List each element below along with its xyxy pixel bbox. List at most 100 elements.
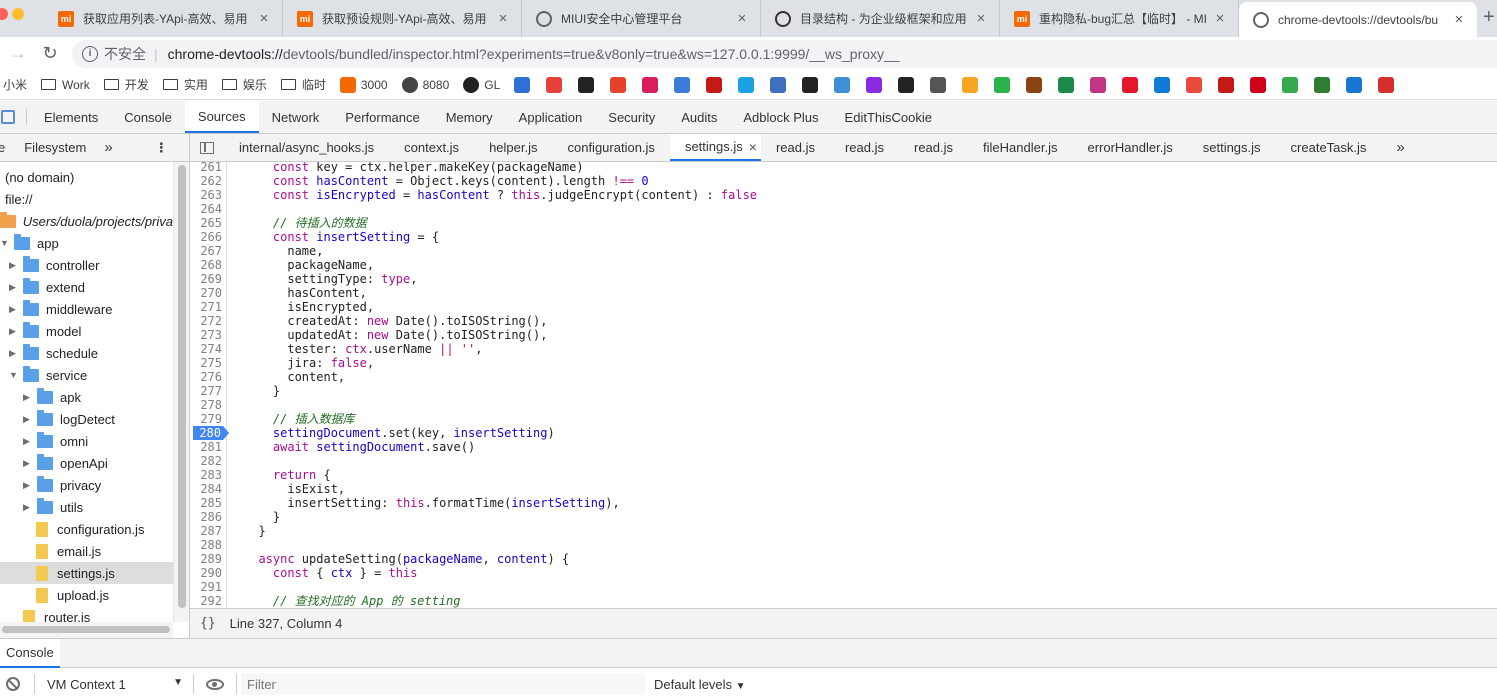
devtools-tab-sources[interactable]: Sources bbox=[184, 101, 259, 133]
line-number[interactable]: 276 bbox=[190, 370, 222, 384]
bookmark-site-icon[interactable] bbox=[1090, 76, 1107, 93]
editor-tab[interactable]: context.js bbox=[389, 134, 474, 161]
line-number[interactable]: 278 bbox=[190, 398, 222, 412]
bookmark-site-icon[interactable] bbox=[738, 76, 755, 93]
expand-down-icon[interactable]: ▼ bbox=[0, 239, 9, 248]
line-number[interactable]: 270 bbox=[190, 286, 222, 300]
line-number[interactable]: 261 bbox=[190, 162, 222, 174]
editor-more-tabs-button[interactable]: » bbox=[1381, 134, 1419, 161]
line-number[interactable]: 287 bbox=[190, 524, 222, 538]
devtools-tab-adblock-plus[interactable]: Adblock Plus bbox=[730, 101, 831, 133]
line-number[interactable]: 284 bbox=[190, 482, 222, 496]
expand-right-icon[interactable]: ▶ bbox=[9, 349, 17, 358]
new-tab-button[interactable]: + bbox=[1483, 6, 1497, 29]
bookmark-site-icon[interactable] bbox=[642, 76, 659, 93]
devtools-tab-network[interactable]: Network bbox=[259, 101, 333, 133]
editor-tab[interactable]: internal/async_hooks.js bbox=[224, 134, 389, 161]
expand-right-icon[interactable]: ▶ bbox=[23, 393, 31, 402]
browser-tab[interactable]: chrome-devtools://devtools/bu × bbox=[1239, 2, 1477, 37]
bookmark-site-icon[interactable] bbox=[834, 76, 851, 93]
close-tab-icon[interactable]: × bbox=[495, 10, 511, 27]
line-number[interactable]: 292 bbox=[190, 594, 222, 608]
file-tree-hscrollbar[interactable] bbox=[0, 622, 173, 638]
line-number[interactable]: 269 bbox=[190, 272, 222, 286]
tree-folder-item[interactable]: ▶ openApi bbox=[0, 452, 173, 474]
expand-right-icon[interactable]: ▶ bbox=[23, 503, 31, 512]
tree-folder-item[interactable]: ▶ privacy bbox=[0, 474, 173, 496]
bookmark-folder[interactable]: 开发 bbox=[103, 76, 149, 93]
browser-tab[interactable]: 目录结构 - 为企业级框架和应用 × bbox=[761, 0, 1000, 37]
expand-right-icon[interactable]: ▶ bbox=[23, 415, 31, 424]
bookmark-folder[interactable]: 实用 bbox=[162, 76, 208, 93]
bookmark-site-icon[interactable] bbox=[898, 76, 915, 93]
line-number[interactable]: 263 bbox=[190, 188, 222, 202]
breakpoint-line-number[interactable]: 280 bbox=[193, 426, 223, 440]
tree-folder-item[interactable]: ▶ schedule bbox=[0, 342, 173, 364]
bookmark-site-icon[interactable] bbox=[1250, 76, 1267, 93]
editor-tab[interactable]: read.js bbox=[899, 134, 968, 161]
line-number[interactable]: 277 bbox=[190, 384, 222, 398]
browser-tab[interactable]: mi 获取预设规则-YApi-高效、易用 × bbox=[283, 0, 522, 37]
tree-folder-item[interactable]: ▼ app bbox=[0, 232, 173, 254]
breakpoint-marker-icon[interactable] bbox=[223, 426, 229, 440]
info-icon[interactable]: i bbox=[82, 45, 98, 62]
close-tab-icon[interactable]: × bbox=[256, 10, 272, 27]
line-number[interactable]: 266 bbox=[190, 230, 222, 244]
devtools-tab-elements[interactable]: Elements bbox=[31, 101, 111, 133]
line-number[interactable]: 288 bbox=[190, 538, 222, 552]
bookmark-site-icon[interactable] bbox=[1026, 76, 1043, 93]
editor-tab[interactable]: configuration.js bbox=[552, 134, 669, 161]
devtools-tab-security[interactable]: Security bbox=[595, 101, 668, 133]
browser-tab[interactable]: MIUI安全中心管理平台 × bbox=[522, 0, 761, 37]
bookmark-site-icon[interactable] bbox=[994, 76, 1011, 93]
console-filter-input[interactable] bbox=[241, 673, 645, 695]
bookmark-site-icon[interactable] bbox=[866, 76, 883, 93]
bookmark-xiaomi[interactable]: 小米 bbox=[3, 76, 27, 93]
navigator-tab-filesystem[interactable]: Filesystem bbox=[24, 140, 86, 155]
navigator-menu-icon[interactable]: ⋮ bbox=[155, 140, 168, 156]
devtools-tab-console[interactable]: Console bbox=[111, 101, 185, 133]
line-number[interactable]: 289 bbox=[190, 552, 222, 566]
tree-folder-item[interactable]: ▶ utils bbox=[0, 496, 173, 518]
bookmark-site-icon[interactable] bbox=[1282, 76, 1299, 93]
tree-folder-item[interactable]: ▶ middleware bbox=[0, 298, 173, 320]
live-expression-eye-icon[interactable] bbox=[206, 678, 224, 690]
expand-right-icon[interactable]: ▶ bbox=[23, 481, 31, 490]
bookmark-site-icon[interactable] bbox=[706, 76, 723, 93]
editor-tab[interactable]: settings.js × bbox=[669, 134, 761, 161]
bookmark-site-icon[interactable] bbox=[1218, 76, 1235, 93]
expand-right-icon[interactable]: ▶ bbox=[23, 459, 31, 468]
line-number[interactable]: 262 bbox=[190, 174, 222, 188]
line-number[interactable]: 274 bbox=[190, 342, 222, 356]
bookmark-site-icon[interactable] bbox=[1154, 76, 1171, 93]
bookmark-site-icon[interactable] bbox=[1122, 76, 1139, 93]
navigator-tab-partial[interactable]: e bbox=[0, 140, 5, 155]
bookmark-site-icon[interactable] bbox=[674, 76, 691, 93]
bookmark-site-icon[interactable] bbox=[546, 76, 563, 93]
pretty-print-button[interactable]: {} bbox=[200, 616, 216, 631]
close-icon[interactable]: × bbox=[749, 139, 757, 155]
line-number[interactable]: 291 bbox=[190, 580, 222, 594]
editor-tab[interactable]: createTask.js bbox=[1276, 134, 1382, 161]
devtools-tab-memory[interactable]: Memory bbox=[433, 101, 506, 133]
editor-tab[interactable]: errorHandler.js bbox=[1072, 134, 1187, 161]
js-context-select[interactable]: VM Context 1 ▼ bbox=[35, 677, 193, 692]
line-number[interactable]: 272 bbox=[190, 314, 222, 328]
editor-tab[interactable]: settings.js bbox=[1188, 134, 1276, 161]
line-number[interactable]: 286 bbox=[190, 510, 222, 524]
line-number[interactable]: 271 bbox=[190, 300, 222, 314]
line-number[interactable]: 290 bbox=[190, 566, 222, 580]
tree-file-item[interactable]: router.js bbox=[0, 606, 173, 622]
security-status[interactable]: 不安全 bbox=[104, 44, 146, 64]
toggle-navigator-icon[interactable] bbox=[190, 134, 224, 161]
reload-button[interactable]: ↻ bbox=[34, 43, 66, 64]
editor-tab[interactable]: fileHandler.js bbox=[968, 134, 1072, 161]
expand-right-icon[interactable]: ▶ bbox=[9, 305, 17, 314]
forward-button[interactable]: → bbox=[2, 43, 34, 64]
browser-tab[interactable]: mi 获取应用列表-YApi-高效、易用 × bbox=[44, 0, 283, 37]
editor-tab[interactable]: helper.js bbox=[474, 134, 552, 161]
tree-folder-item[interactable]: ▶ extend bbox=[0, 276, 173, 298]
line-number[interactable]: 273 bbox=[190, 328, 222, 342]
drawer-tab-console[interactable]: Console bbox=[0, 639, 60, 668]
line-number[interactable]: 281 bbox=[190, 440, 222, 454]
